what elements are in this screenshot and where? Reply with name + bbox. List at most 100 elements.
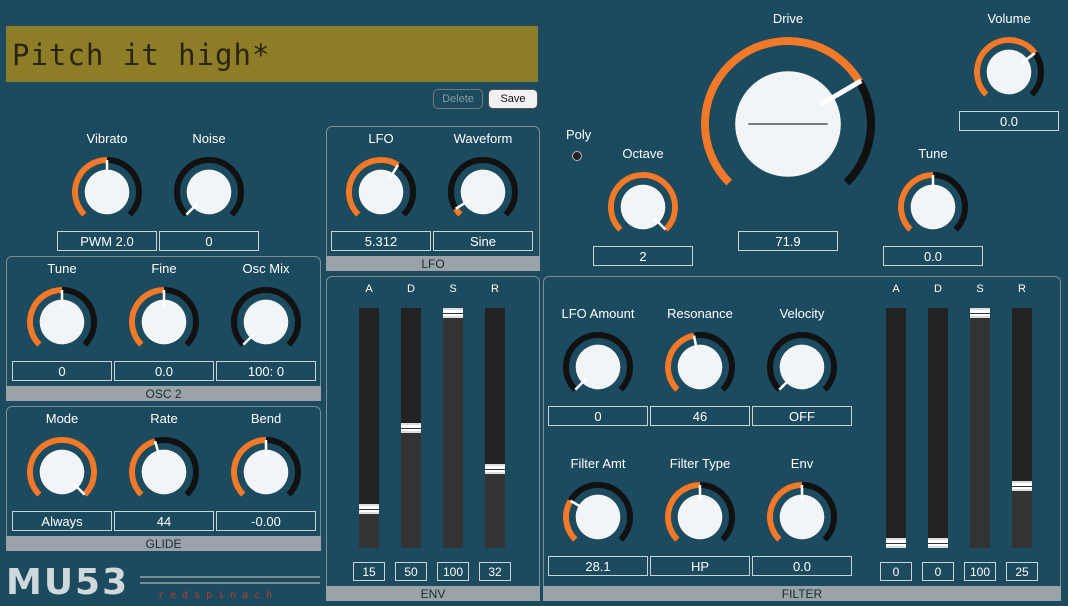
glide-rate-knob[interactable] bbox=[128, 436, 200, 508]
env-slider-r[interactable] bbox=[485, 308, 505, 548]
maker-logo: redspinach bbox=[158, 590, 279, 601]
env-footer: ENV bbox=[326, 586, 540, 601]
resonance-value[interactable]: 46 bbox=[650, 406, 750, 426]
velocity-value[interactable]: OFF bbox=[752, 406, 852, 426]
filter-slider-d[interactable] bbox=[928, 308, 948, 548]
vibrato-value[interactable]: PWM 2.0 bbox=[57, 231, 157, 251]
filter-env-value[interactable]: 0.0 bbox=[752, 556, 852, 576]
lfo-rate-value[interactable]: 5.312 bbox=[331, 231, 431, 251]
filter-lfo-amount-value[interactable]: 0 bbox=[548, 406, 648, 426]
delete-button[interactable]: Delete bbox=[433, 89, 483, 109]
knob-cap bbox=[779, 494, 825, 540]
octave-knob[interactable] bbox=[607, 171, 679, 243]
filter-value-s[interactable]: 100 bbox=[964, 562, 996, 581]
filter-slider-a[interactable] bbox=[886, 308, 906, 548]
knob-cap bbox=[243, 449, 289, 495]
glide-rate-label: Rate bbox=[150, 411, 178, 426]
velocity-knob[interactable] bbox=[766, 331, 838, 403]
env-slider-s[interactable] bbox=[443, 308, 463, 548]
osc2-footer: OSC 2 bbox=[6, 386, 321, 401]
filter-header-r: R bbox=[1018, 283, 1026, 295]
filter-slider-r[interactable] bbox=[1012, 308, 1032, 548]
main-tune-value[interactable]: 0.0 bbox=[883, 246, 983, 266]
filter-footer: FILTER bbox=[543, 586, 1061, 601]
slider-fill bbox=[443, 308, 463, 548]
knob-cap bbox=[39, 299, 85, 345]
filter-slider-s[interactable] bbox=[970, 308, 990, 548]
slider-handle[interactable] bbox=[359, 503, 379, 514]
lfo-waveform-label: Waveform bbox=[453, 131, 513, 146]
slider-fill bbox=[1012, 480, 1032, 548]
env-value-s[interactable]: 100 bbox=[437, 562, 469, 581]
slider-handle[interactable] bbox=[401, 423, 421, 433]
filter-type-knob[interactable] bbox=[664, 481, 736, 553]
filter-lfo-amount-label: LFO Amount bbox=[561, 306, 635, 321]
resonance-knob[interactable] bbox=[664, 331, 736, 403]
filter-type-label: Filter Type bbox=[669, 456, 731, 471]
lfo-rate-label: LFO bbox=[368, 131, 394, 146]
knob-cap bbox=[677, 494, 723, 540]
filter-env-label: Env bbox=[790, 456, 814, 471]
osc2-tune-value[interactable]: 0 bbox=[12, 361, 112, 381]
env-value-a[interactable]: 15 bbox=[353, 562, 385, 581]
slider-handle[interactable] bbox=[970, 308, 990, 318]
slider-handle[interactable] bbox=[485, 464, 505, 475]
volume-knob[interactable] bbox=[973, 36, 1045, 108]
filter-amt-value[interactable]: 28.1 bbox=[548, 556, 648, 576]
env-value-d[interactable]: 50 bbox=[395, 562, 427, 581]
octave-value[interactable]: 2 bbox=[593, 246, 693, 266]
knob-cap bbox=[677, 344, 723, 390]
noise-knob[interactable] bbox=[173, 156, 245, 228]
filter-header-a: A bbox=[892, 283, 900, 295]
drive-value[interactable]: 71.9 bbox=[738, 231, 838, 251]
glide-mode-value[interactable]: Always bbox=[12, 511, 112, 531]
octave-label: Octave bbox=[622, 146, 664, 161]
env-value-r[interactable]: 32 bbox=[479, 562, 511, 581]
slider-handle[interactable] bbox=[886, 538, 906, 548]
lfo-footer: LFO bbox=[326, 256, 540, 271]
glide-mode-label: Mode bbox=[45, 411, 79, 426]
osc2-tune-knob[interactable] bbox=[26, 286, 98, 358]
knob-cap bbox=[986, 49, 1032, 95]
slider-handle[interactable] bbox=[1012, 480, 1032, 491]
resonance-label: Resonance bbox=[667, 306, 733, 321]
filter-value-a[interactable]: 0 bbox=[880, 562, 912, 581]
vibrato-label: Vibrato bbox=[86, 131, 128, 146]
glide-mode-knob[interactable] bbox=[26, 436, 98, 508]
volume-label: Volume bbox=[987, 11, 1031, 26]
mu53-logo: MU53 bbox=[6, 562, 130, 603]
filter-value-r[interactable]: 25 bbox=[1006, 562, 1038, 581]
filter-env-knob[interactable] bbox=[766, 481, 838, 553]
filter-amt-knob[interactable] bbox=[562, 481, 634, 553]
osc2-oscmix-value[interactable]: 100: 0 bbox=[216, 361, 316, 381]
env-slider-a[interactable] bbox=[359, 308, 379, 548]
poly-toggle[interactable] bbox=[572, 151, 582, 161]
env-slider-d[interactable] bbox=[401, 308, 421, 548]
filter-value-d[interactable]: 0 bbox=[922, 562, 954, 581]
preset-display[interactable]: Pitch it high* bbox=[6, 26, 538, 82]
osc2-oscmix-knob[interactable] bbox=[230, 286, 302, 358]
noise-value[interactable]: 0 bbox=[159, 231, 259, 251]
save-button[interactable]: Save bbox=[488, 89, 538, 109]
lfo-waveform-value[interactable]: Sine bbox=[433, 231, 533, 251]
main-tune-knob[interactable] bbox=[897, 171, 969, 243]
glide-bend-knob[interactable] bbox=[230, 436, 302, 508]
slider-handle[interactable] bbox=[443, 308, 463, 318]
osc2-fine-knob[interactable] bbox=[128, 286, 200, 358]
main-tune-label: Tune bbox=[918, 146, 948, 161]
noise-label: Noise bbox=[192, 131, 226, 146]
glide-bend-value[interactable]: -0.00 bbox=[216, 511, 316, 531]
knob-cap bbox=[141, 449, 187, 495]
logo-divider bbox=[140, 576, 320, 578]
vibrato-knob[interactable] bbox=[71, 156, 143, 228]
filter-lfo-amount-knob[interactable] bbox=[562, 331, 634, 403]
volume-value[interactable]: 0.0 bbox=[959, 111, 1059, 131]
glide-footer: GLIDE bbox=[6, 536, 321, 551]
slider-handle[interactable] bbox=[928, 538, 948, 548]
glide-rate-value[interactable]: 44 bbox=[114, 511, 214, 531]
filter-type-value[interactable]: HP bbox=[650, 556, 750, 576]
lfo-rate-knob[interactable] bbox=[345, 156, 417, 228]
osc2-fine-value[interactable]: 0.0 bbox=[114, 361, 214, 381]
drive-knob[interactable] bbox=[700, 36, 876, 212]
lfo-waveform-knob[interactable] bbox=[447, 156, 519, 228]
